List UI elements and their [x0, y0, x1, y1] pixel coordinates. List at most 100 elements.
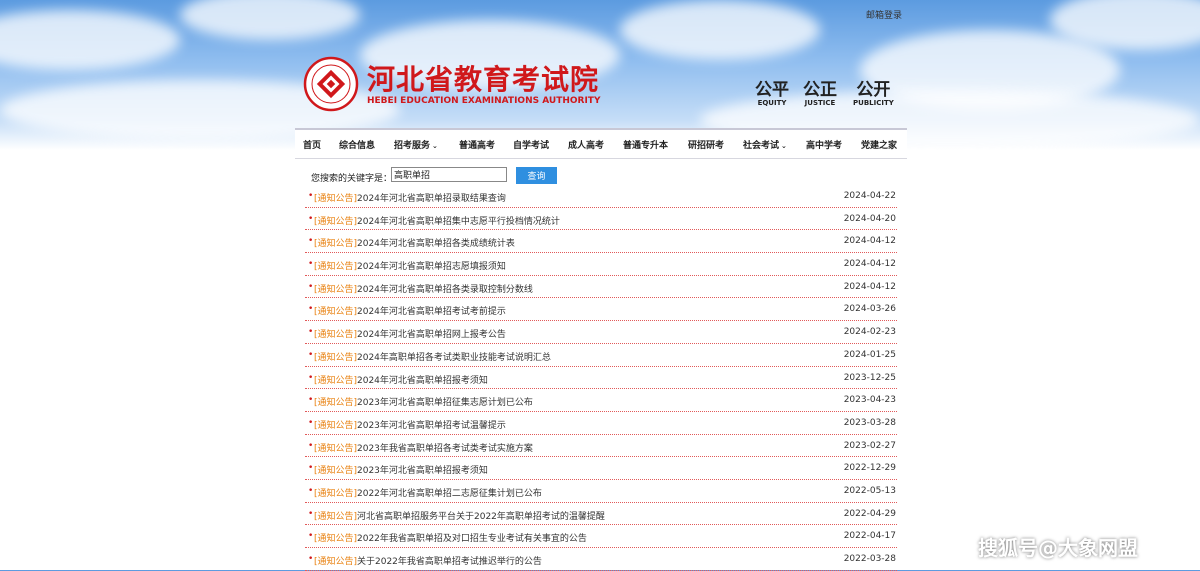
list-item[interactable]: • [通知公告] 2023年我省高职单招各考试类考试实施方案 2023-02-27	[305, 435, 897, 458]
result-tag[interactable]: [通知公告]	[314, 282, 357, 295]
list-item[interactable]: • [通知公告] 2023年河北省高职单招报考须知 2022-12-29	[305, 457, 897, 480]
motto-equity: 公平 EQUITY	[755, 75, 789, 107]
nav-item-upgrade-exam[interactable]: 普通专升本	[623, 138, 668, 151]
result-title-link[interactable]: 2023年河北省高职单招考试温馨提示	[357, 418, 506, 431]
result-tag[interactable]: [通知公告]	[314, 395, 357, 408]
chevron-down-icon: ⌄	[781, 142, 787, 150]
bullet-icon: •	[308, 531, 314, 542]
search-label: 您搜索的关键字是：	[311, 174, 393, 184]
motto-publicity: 公开 PUBLICITY	[853, 75, 894, 107]
nav-item-party-building[interactable]: 党建之家	[861, 138, 897, 151]
result-tag[interactable]: [通知公告]	[314, 373, 357, 386]
list-item[interactable]: • [通知公告] 河北省高职单招服务平台关于2022年高职单招考试的温馨提醒 2022…	[305, 503, 897, 526]
result-title-link[interactable]: 2024年河北省高职单招各类录取控制分数线	[357, 282, 533, 295]
bullet-icon: •	[308, 259, 314, 270]
result-title-link[interactable]: 2023年河北省高职单招报考须知	[357, 463, 488, 476]
bullet-icon: •	[308, 349, 314, 360]
result-tag[interactable]: [通知公告]	[314, 418, 357, 431]
search-input[interactable]	[391, 167, 507, 182]
nav-item-self-study-exam[interactable]: 自学考试	[513, 138, 549, 151]
result-title-link[interactable]: 2024年河北省高职单招各类成绩统计表	[357, 236, 515, 249]
nav-item-adult-exam[interactable]: 成人高考	[568, 138, 604, 151]
result-tag[interactable]: [通知公告]	[314, 463, 357, 476]
list-item[interactable]: • [通知公告] 2024年河北省高职单招各类录取控制分数线 2024-04-12	[305, 276, 897, 299]
result-title-link[interactable]: 关于2022年我省高职单招考试推迟举行的公告	[357, 554, 542, 567]
bullet-icon: •	[308, 463, 314, 474]
bullet-icon: •	[308, 236, 314, 247]
motto-cn: 公平	[755, 80, 789, 100]
list-item[interactable]: • [通知公告] 2024年高职单招各考试类职业技能考试说明汇总 2024-01-25	[305, 344, 897, 367]
list-item[interactable]: • [通知公告] 2024年河北省高职单招录取结果查询 2024-04-22	[305, 185, 897, 208]
result-tag[interactable]: [通知公告]	[314, 509, 357, 522]
result-tag[interactable]: [通知公告]	[314, 350, 357, 363]
watermark: 搜狐号@大象网盟	[978, 536, 1138, 560]
result-title-link[interactable]: 2024年河北省高职单招录取结果查询	[357, 191, 506, 204]
bullet-icon: •	[308, 485, 314, 496]
results-list: • [通知公告] 2024年河北省高职单招录取结果查询 2024-04-22 • [通知公…	[305, 185, 897, 571]
nav-item-social-exam[interactable]: 社会考试 ⌄	[743, 138, 787, 151]
list-item[interactable]: • [通知公告] 2022年河北省高职单招二志愿征集计划已公布 2022-05-13	[305, 480, 897, 503]
result-tag[interactable]: [通知公告]	[314, 531, 357, 544]
result-tag[interactable]: [通知公告]	[314, 304, 357, 317]
result-tag[interactable]: [通知公告]	[314, 554, 357, 567]
list-item[interactable]: • [通知公告] 2024年河北省高职单招报考须知 2023-12-25	[305, 367, 897, 390]
nav-item-high-school-exam[interactable]: 高中学考	[806, 138, 842, 151]
mailbox-login-link[interactable]: 邮箱登录	[866, 8, 902, 21]
result-title-link[interactable]: 2022年河北省高职单招二志愿征集计划已公布	[357, 486, 542, 499]
result-date: 2022-03-28	[843, 554, 896, 564]
result-title-link[interactable]: 2024年河北省高职单招集中志愿平行投档情况统计	[357, 214, 560, 227]
result-title-link[interactable]: 2024年河北省高职单招志愿填报须知	[357, 259, 506, 272]
result-date: 2023-03-28	[843, 417, 896, 428]
nav-item-general-info[interactable]: 综合信息	[339, 138, 375, 151]
result-date: 2024-04-12	[843, 236, 896, 247]
list-item[interactable]: • [通知公告] 2024年河北省高职单招各类成绩统计表 2024-04-12	[305, 230, 897, 254]
bullet-icon: •	[308, 395, 314, 406]
nav-item-home[interactable]: 首页	[303, 138, 321, 151]
nav-item-exam-services[interactable]: 招考服务 ⌄	[394, 138, 438, 151]
nav-item-gaokao[interactable]: 普通高考	[459, 138, 495, 151]
search-button[interactable]: 查询	[516, 167, 557, 184]
list-item[interactable]: • [通知公告] 2024年河北省高职单招考试考前提示 2024-03-26	[305, 298, 897, 322]
result-tag[interactable]: [通知公告]	[314, 191, 357, 204]
result-date: 2023-02-27	[843, 440, 896, 451]
chevron-down-icon: ⌄	[432, 142, 438, 150]
bullet-icon: •	[308, 327, 314, 338]
result-tag[interactable]: [通知公告]	[314, 441, 357, 454]
result-title-link[interactable]: 2024年河北省高职单招网上报考公告	[357, 327, 506, 340]
result-tag[interactable]: [通知公告]	[314, 236, 357, 249]
bullet-icon: •	[308, 554, 314, 564]
result-title-link[interactable]: 2024年高职单招各考试类职业技能考试说明汇总	[357, 350, 551, 363]
result-tag[interactable]: [通知公告]	[314, 259, 357, 272]
result-title-link[interactable]: 河北省高职单招服务平台关于2022年高职单招考试的温馨提醒	[357, 509, 605, 522]
nav-item-postgrad[interactable]: 研招研考	[688, 138, 724, 151]
result-date: 2022-04-29	[843, 508, 896, 519]
seal-icon	[303, 56, 359, 112]
bullet-icon: •	[308, 508, 314, 519]
list-item[interactable]: • [通知公告] 2022年我省高职单招及对口招生专业考试有关事宜的公告 2022-0…	[305, 525, 897, 548]
result-title-link[interactable]: 2022年我省高职单招及对口招生专业考试有关事宜的公告	[357, 531, 587, 544]
list-item[interactable]: • [通知公告] 2024年河北省高职单招网上报考公告 2024-02-23	[305, 321, 897, 344]
list-item[interactable]: • [通知公告] 2024年河北省高职单招志愿填报须知 2024-04-12	[305, 253, 897, 276]
result-date: 2023-04-23	[843, 395, 896, 406]
motto-en: EQUITY	[757, 99, 787, 107]
list-item[interactable]: • [通知公告] 关于2022年我省高职单招考试推迟举行的公告 2022-03-28	[305, 548, 897, 571]
result-date: 2023-12-25	[843, 372, 896, 383]
result-date: 2024-04-20	[843, 213, 896, 224]
motto-cn: 公开	[856, 80, 891, 100]
result-tag[interactable]: [通知公告]	[314, 214, 357, 227]
result-tag[interactable]: [通知公告]	[314, 327, 357, 340]
motto-cn: 公正	[803, 80, 837, 100]
site-logo[interactable]: 河北省教育考试院 HEBEI EDUCATION EXAMINATIONS AU…	[303, 56, 613, 116]
motto-justice: 公正 JUSTICE	[803, 75, 837, 107]
result-date: 2024-03-26	[843, 304, 896, 315]
result-title-link[interactable]: 2023年河北省高职单招征集志愿计划已公布	[357, 395, 533, 408]
result-tag[interactable]: [通知公告]	[314, 486, 357, 499]
list-item[interactable]: • [通知公告] 2023年河北省高职单招考试温馨提示 2023-03-28	[305, 412, 897, 435]
list-item[interactable]: • [通知公告] 2023年河北省高职单招征集志愿计划已公布 2023-04-23	[305, 389, 897, 412]
result-title-link[interactable]: 2024年河北省高职单招考试考前提示	[357, 304, 506, 317]
result-title-link[interactable]: 2023年我省高职单招各考试类考试实施方案	[357, 441, 533, 454]
list-item[interactable]: • [通知公告] 2024年河北省高职单招集中志愿平行投档情况统计 2024-04-2…	[305, 208, 897, 231]
result-date: 2022-04-17	[843, 531, 896, 542]
result-title-link[interactable]: 2024年河北省高职单招报考须知	[357, 373, 488, 386]
result-date: 2024-04-12	[843, 281, 896, 292]
